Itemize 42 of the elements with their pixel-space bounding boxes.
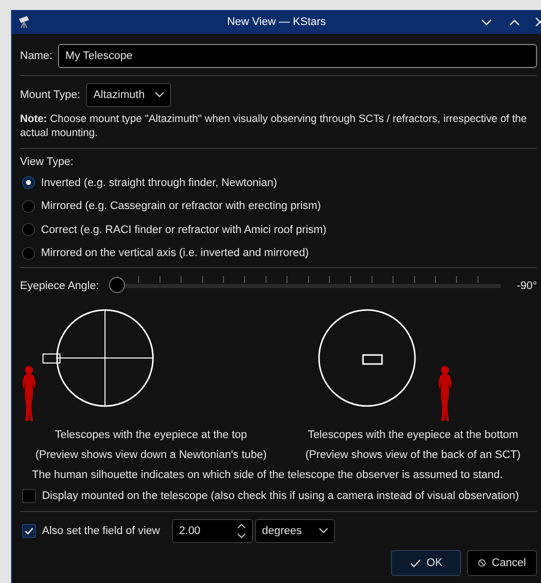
fov-spinbox[interactable]: 2.00 xyxy=(172,519,254,543)
radio-button[interactable] xyxy=(22,200,35,213)
cancel-icon xyxy=(478,557,486,569)
ok-button[interactable]: OK xyxy=(391,550,461,576)
mount-type-label: Mount Type: xyxy=(20,89,80,101)
checkbox-label[interactable]: Display mounted on the telescope (also check this if using a camera instead of visual observation) xyxy=(42,490,519,502)
telescope-icon xyxy=(17,15,31,29)
checkbox[interactable] xyxy=(22,489,36,503)
angle-reading: -90° xyxy=(516,280,537,292)
spin-arrows-icon[interactable] xyxy=(237,523,246,539)
caret-icon xyxy=(154,92,164,98)
preview-subcaption: (Preview shows view of the back of an SCT) xyxy=(305,448,521,463)
note-text: Note: Choose mount type "Altazimuth" when visually observing through SCTs / refractors, irrespective of the actual mounting. xyxy=(20,112,528,140)
mount-type-dropdown[interactable]: Altazimuth xyxy=(86,83,171,107)
radio-label[interactable]: Mirrored on the vertical axis (i.e. inverted and mirrored) xyxy=(41,247,309,260)
preview-subcaption: (Preview shows view down a Newtonian's tube) xyxy=(35,448,267,463)
radio-label[interactable]: Inverted (e.g. straight through finder, Newtonian) xyxy=(41,176,278,189)
checkbox[interactable] xyxy=(22,524,36,538)
radio-label[interactable]: Correct (e.g. RACI finder or refractor with Amici roof prism) xyxy=(41,224,326,236)
eyepiece-angle-label: Eyepiece Angle: xyxy=(20,280,99,292)
close-icon[interactable] xyxy=(535,17,541,27)
checkbox-label[interactable]: Also set the field of view xyxy=(42,525,160,537)
unit-dropdown[interactable]: degrees xyxy=(255,519,336,543)
caret-icon xyxy=(319,528,328,534)
person-silhouette-icon xyxy=(22,366,36,421)
name-label: Name: xyxy=(20,50,52,62)
preview-caption: Telescopes with the eyepiece at the bottom xyxy=(308,428,518,443)
window-title: New View — KStars xyxy=(227,16,326,28)
name-field[interactable]: My Telescope xyxy=(58,44,537,68)
radio-button[interactable] xyxy=(22,176,35,190)
view-type-label: View Type: xyxy=(20,155,74,169)
person-silhouette-icon xyxy=(438,366,452,421)
minimize-icon[interactable] xyxy=(481,18,492,26)
cancel-button[interactable]: Cancel xyxy=(467,550,537,576)
maximize-icon[interactable] xyxy=(509,18,520,26)
slider-handle[interactable] xyxy=(108,277,125,293)
radio-label[interactable]: Mirrored (e.g. Cassegrain or refractor with erecting prism) xyxy=(41,200,321,212)
radio-button[interactable] xyxy=(22,246,35,260)
radio-button[interactable] xyxy=(22,223,35,236)
preview-caption: Telescopes with the eyepiece at the top xyxy=(54,428,247,443)
silhouette-note: The human silhouette indicates on which side of the telescope the observer is assumed to stand. xyxy=(32,468,503,483)
checkmark-icon xyxy=(410,558,421,568)
